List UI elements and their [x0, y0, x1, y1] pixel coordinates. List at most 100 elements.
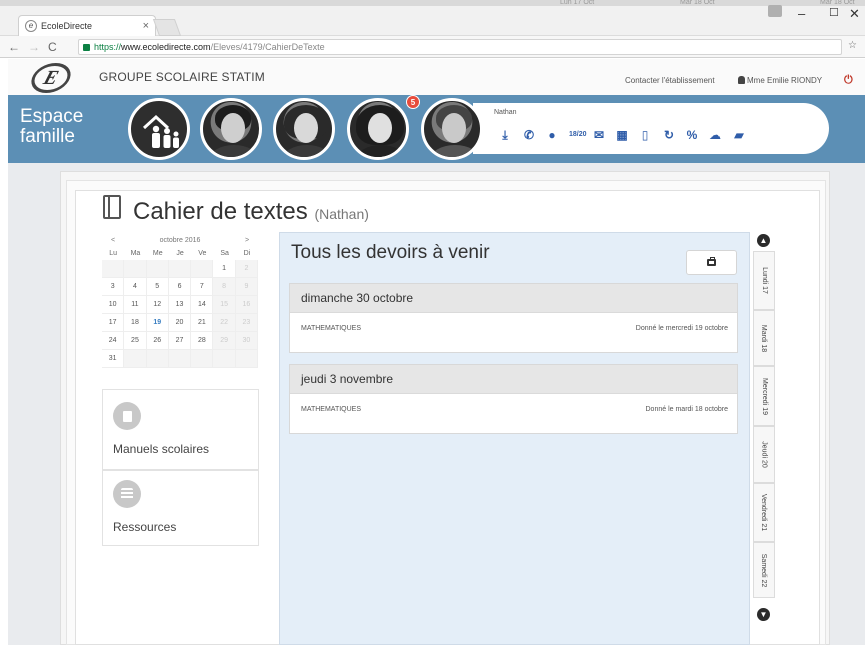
mail-icon[interactable]: ✉ [592, 128, 606, 142]
back-icon[interactable]: ← [8, 40, 20, 54]
calendar-day[interactable]: 13 [168, 296, 192, 314]
calendar-day[interactable]: 31 [102, 350, 125, 368]
calendar-day[interactable]: 17 [102, 314, 125, 332]
print-button[interactable] [686, 250, 737, 275]
calendar-day[interactable]: 5 [146, 278, 169, 296]
calendar-day[interactable]: 26 [146, 332, 169, 350]
ecoledirecte-logo[interactable]: E [27, 63, 75, 93]
tab-jeudi[interactable]: Jeudi 20 [753, 426, 775, 483]
calendar-day[interactable]: 24 [102, 332, 125, 350]
notes-icon[interactable]: 18/20 [569, 128, 587, 142]
mini-calendar: < octobre 2016 > Lu Ma Me Je Ve Sa Di 12… [102, 233, 259, 368]
cahier-de-textes-icon[interactable]: ▯ [638, 128, 652, 142]
selected-child-avatar[interactable] [421, 98, 483, 160]
phone-icon[interactable]: ✆ [522, 128, 536, 142]
calendar-day[interactable]: 28 [191, 332, 214, 350]
tab-mercredi[interactable]: Mercredi 19 [753, 366, 775, 426]
calendar-dow: Je [176, 250, 184, 257]
selected-child-name: Nathan [494, 109, 517, 116]
calendar-day[interactable]: 12 [146, 296, 169, 314]
manual-book-icon[interactable]: ▰ [732, 128, 746, 142]
new-tab-button[interactable] [152, 19, 182, 36]
contact-school-link[interactable]: Contacter l'établissement [625, 76, 715, 85]
bookmark-star-icon[interactable]: ☆ [848, 40, 857, 51]
ressources-card[interactable]: Ressources [102, 470, 259, 546]
child-avatar[interactable] [347, 98, 409, 160]
calendar-empty-cell [124, 260, 147, 278]
calendar-day[interactable]: 2 [235, 260, 259, 278]
address-bar[interactable]: https:// www.ecoledirecte.com /Eleves/41… [78, 39, 842, 55]
homework-item[interactable]: jeudi 3 novembre MATHEMATIQUES Donné le … [289, 364, 738, 434]
calendar-empty-cell [146, 350, 169, 368]
url-host: www.ecoledirecte.com [121, 42, 211, 52]
calendar-day[interactable]: 30 [235, 332, 259, 350]
calendar-dow: Ve [198, 250, 207, 257]
background-calendar-label: Lun 17 Oct [560, 0, 595, 6]
calendar-day[interactable]: 14 [191, 296, 214, 314]
calendar-empty-cell [168, 260, 192, 278]
arrow-down-icon[interactable]: ▼ [757, 608, 770, 621]
vie-scolaire-icon[interactable]: ⤓ [498, 128, 512, 142]
forward-icon[interactable]: → [28, 40, 40, 54]
agenda-icon[interactable]: ▦ [615, 128, 629, 142]
chat-icon[interactable]: ● [545, 128, 559, 142]
maximize-icon[interactable]: ☐ [829, 6, 839, 19]
profile-icon[interactable] [768, 5, 782, 17]
calendar-day[interactable]: 7 [191, 278, 214, 296]
calendar-prev-button[interactable]: < [102, 237, 124, 244]
calendar-day[interactable]: 19 [146, 314, 169, 332]
homework-item[interactable]: dimanche 30 octobre MATHEMATIQUES Donné … [289, 283, 738, 353]
tab-lundi[interactable]: Lundi 17 [753, 251, 775, 310]
browser-tab[interactable]: e EcoleDirecte × [18, 15, 156, 36]
cloud-icon[interactable]: ☁ [708, 128, 722, 142]
book-icon [113, 402, 141, 430]
calendar-day[interactable]: 10 [102, 296, 125, 314]
user-account-link[interactable]: Mme Emilie RIONDY [738, 76, 822, 85]
calendar-day[interactable]: 3 [102, 278, 125, 296]
calendar-next-button[interactable]: > [236, 237, 258, 244]
page-title-text: Cahier de textes [133, 198, 308, 225]
calendar-day[interactable]: 22 [213, 314, 236, 332]
calendar-day[interactable]: 11 [124, 296, 147, 314]
history-icon[interactable]: ↻ [662, 128, 676, 142]
homework-given-date: Donné le mardi 18 octobre [645, 406, 729, 413]
calendar-days: 1 2 3 4 5 6 7 8 9 10 11 12 13 14 15 16 17 18 19 20 21 22 23 24 2… [102, 260, 259, 368]
user-icon [738, 76, 745, 84]
calendar-dow: Me [152, 250, 163, 257]
arrow-up-icon[interactable]: ▲ [757, 234, 770, 247]
tab-mardi[interactable]: Mardi 18 [753, 310, 775, 366]
calendar-day[interactable]: 21 [191, 314, 214, 332]
page-title-child: (Nathan) [314, 206, 369, 222]
calendar-day[interactable]: 25 [124, 332, 147, 350]
calendar-day[interactable]: 16 [235, 296, 259, 314]
child-avatar[interactable] [273, 98, 335, 160]
close-window-icon[interactable]: ✕ [849, 6, 860, 22]
calendar-day[interactable]: 9 [235, 278, 259, 296]
tab-vendredi[interactable]: Vendredi 21 [753, 483, 775, 542]
calendar-day[interactable]: 15 [213, 296, 236, 314]
notification-badge: 5 [406, 95, 420, 109]
child-avatar[interactable] [200, 98, 262, 160]
calendar-day[interactable]: 4 [124, 278, 147, 296]
browser-tabstrip: Lun 17 Oct Mar 18 Oct Mar 18 Oct e Ecole… [0, 0, 865, 36]
logout-icon[interactable]: ⏻ [844, 74, 853, 87]
database-icon [113, 480, 141, 508]
manuels-scolaires-card[interactable]: Manuels scolaires [102, 389, 259, 470]
tab-samedi[interactable]: Samedi 22 [753, 542, 775, 598]
calendar-day[interactable]: 23 [235, 314, 259, 332]
close-tab-icon[interactable]: × [143, 20, 149, 32]
calendar-day[interactable]: 20 [168, 314, 192, 332]
calendar-day[interactable]: 29 [213, 332, 236, 350]
minimize-icon[interactable]: – [798, 6, 805, 21]
espace-famille-title: Espace famille [20, 106, 84, 147]
calendar-day[interactable]: 27 [168, 332, 192, 350]
homework-date: jeudi 3 novembre [290, 365, 737, 394]
calendar-day[interactable]: 1 [213, 260, 236, 278]
link-icon[interactable]: % [685, 128, 699, 142]
calendar-day[interactable]: 8 [213, 278, 236, 296]
calendar-day[interactable]: 18 [124, 314, 147, 332]
notebook-icon [103, 195, 121, 219]
reload-icon[interactable]: C [48, 40, 57, 54]
calendar-day[interactable]: 6 [168, 278, 192, 296]
family-avatar[interactable] [128, 98, 190, 160]
